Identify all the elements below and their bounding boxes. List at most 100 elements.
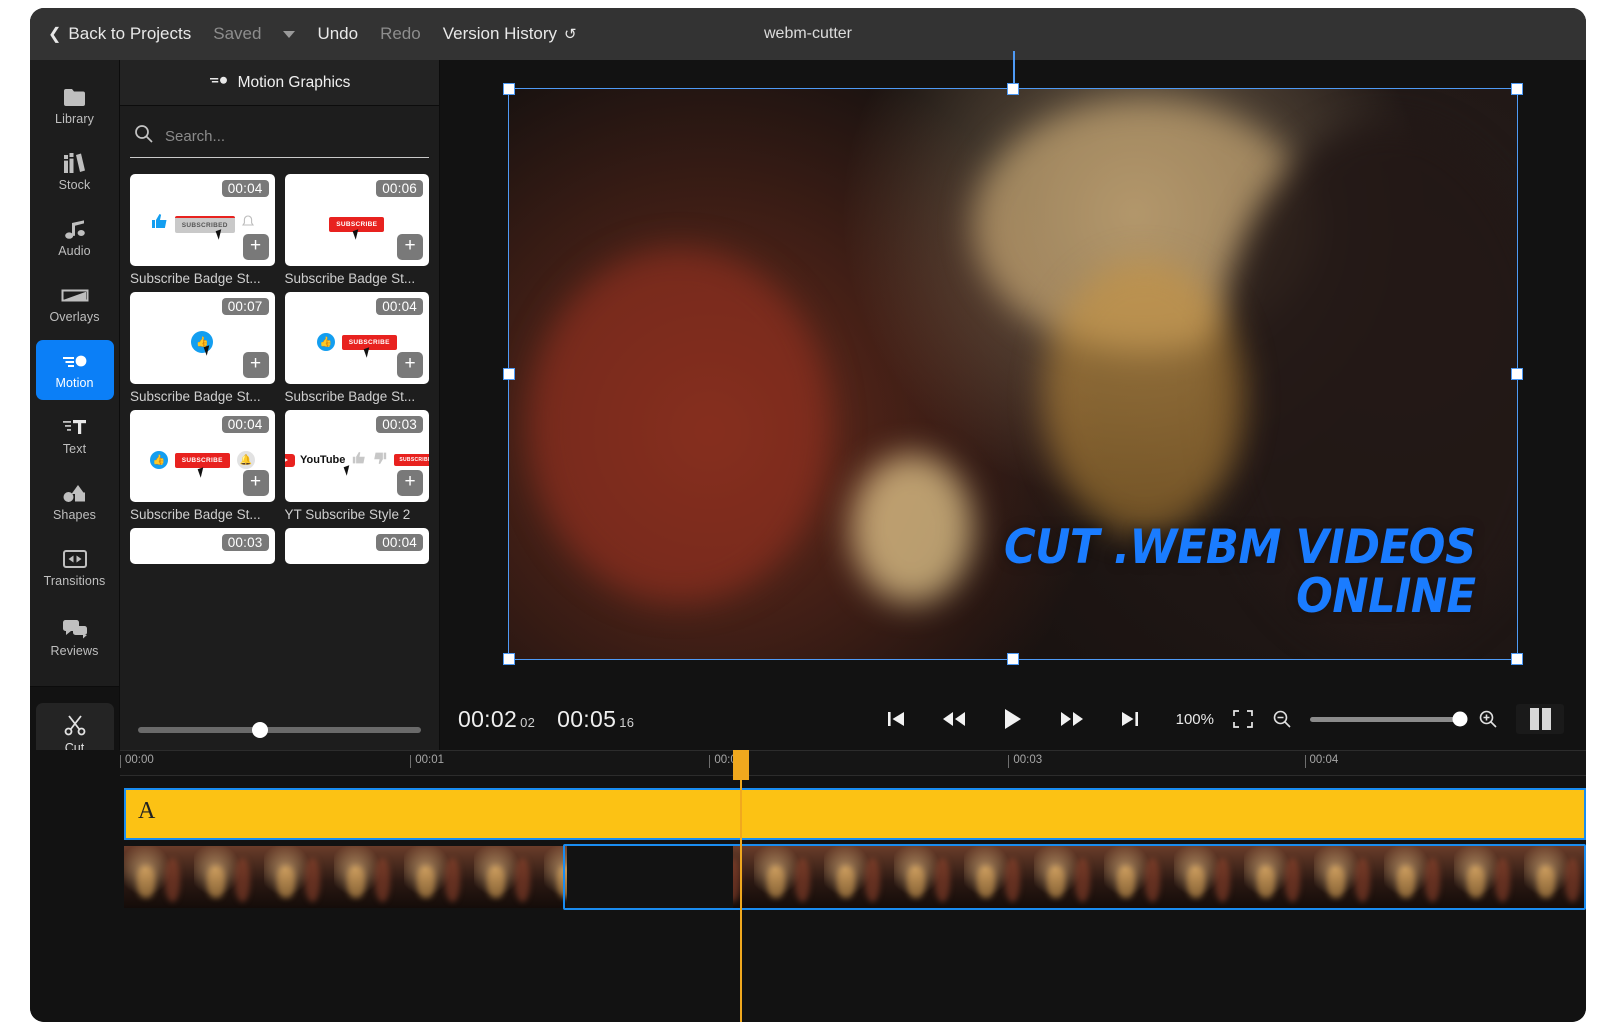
scissors-icon [64, 714, 86, 736]
asset-thumbnail[interactable]: 👍 SUBSCRIBE 🔔 00:04 + [130, 410, 275, 502]
caret-down-icon[interactable] [283, 31, 295, 38]
slider-track[interactable] [138, 727, 421, 733]
asset-item[interactable]: SUBSCRIBE 00:06 + Subscribe Badge St... [285, 174, 430, 286]
selection-frame [508, 88, 1518, 660]
film-frame [824, 846, 894, 908]
asset-name: Subscribe Badge St... [130, 507, 275, 522]
asset-item[interactable]: 👍 SUBSCRIBE 🔔 00:04 + Subscribe Badge St… [130, 410, 275, 522]
version-history-button[interactable]: Version History ↺ [443, 24, 577, 44]
history-icon: ↺ [564, 25, 577, 43]
add-asset-button[interactable]: + [397, 470, 423, 496]
search-input[interactable] [165, 128, 427, 145]
total-timecode: 00:0516 [557, 706, 634, 733]
add-asset-button[interactable]: + [243, 470, 269, 496]
playhead-handle[interactable] [733, 750, 749, 780]
timeline-ruler[interactable]: 00:00 00:01 00:02 00:03 00:04 [120, 750, 1586, 776]
preview-zoom-slider[interactable] [1310, 717, 1460, 722]
back-to-projects-button[interactable]: ❮ Back to Projects [48, 24, 191, 44]
asset-thumbnail[interactable]: SUBSCRIBE 00:06 + [285, 174, 430, 266]
current-frames-value: 02 [520, 715, 535, 730]
video-canvas[interactable]: CUT .WEBM VIDEOS ONLINE [508, 88, 1518, 660]
sidebar-item-stock[interactable]: Stock [36, 142, 114, 202]
resize-handle-ml[interactable] [503, 368, 515, 380]
undo-label: Undo [317, 24, 358, 44]
sidebar-item-overlays[interactable]: Overlays [36, 274, 114, 334]
skip-to-start-button[interactable] [886, 709, 906, 729]
player-right-controls: 100% [1176, 704, 1564, 734]
preview-stage: CUT .WEBM VIDEOS ONLINE [440, 60, 1586, 688]
resize-handle-bl[interactable] [503, 653, 515, 665]
sidebar-item-text[interactable]: Text [36, 406, 114, 466]
skip-to-end-button[interactable] [1120, 709, 1140, 729]
resize-handle-tc[interactable] [1007, 83, 1019, 95]
asset-name: Subscribe Badge St... [130, 389, 275, 404]
sidebar-item-shapes[interactable]: Shapes [36, 472, 114, 532]
add-asset-button[interactable]: + [243, 234, 269, 260]
sidebar-item-label: Shapes [53, 508, 96, 522]
youtube-logo-icon: YouTube [285, 454, 346, 467]
play-button[interactable] [1002, 707, 1024, 731]
asset-thumbnail[interactable]: SUBSCRIBED 00:04 + [130, 174, 275, 266]
asset-thumbnail[interactable]: 👍 SUBSCRIBE 00:04 + [285, 292, 430, 384]
asset-thumbnail[interactable]: 👍 00:07 + [130, 292, 275, 384]
rewind-button[interactable] [942, 710, 966, 728]
slider-knob[interactable] [1453, 712, 1468, 727]
preview-area: CUT .WEBM VIDEOS ONLINE [440, 60, 1586, 750]
add-asset-button[interactable]: + [397, 352, 423, 378]
film-frame [1174, 846, 1244, 908]
add-asset-button[interactable]: + [243, 352, 269, 378]
zoom-level-label: 100% [1176, 711, 1214, 728]
asset-item[interactable]: 00:03 [130, 528, 275, 564]
zoom-out-icon[interactable] [1272, 709, 1292, 729]
shapes-icon [62, 482, 88, 504]
total-frames-value: 16 [619, 715, 634, 730]
resize-handle-tl[interactable] [503, 83, 515, 95]
add-asset-button[interactable]: + [397, 234, 423, 260]
redo-button[interactable]: Redo [380, 24, 421, 44]
undo-button[interactable]: Undo [317, 24, 358, 44]
asset-duration: 00:04 [222, 180, 269, 197]
sidebar-item-label: Overlays [49, 310, 99, 324]
asset-thumbnail[interactable]: 00:04 [285, 528, 430, 564]
asset-item[interactable]: 👍 00:07 + Subscribe Badge St... [130, 292, 275, 404]
assets-zoom-slider[interactable] [120, 710, 439, 750]
film-frame [404, 846, 474, 908]
resize-handle-br[interactable] [1511, 653, 1523, 665]
resize-handle-mr[interactable] [1511, 368, 1523, 380]
asset-item[interactable]: 👍 SUBSCRIBE 00:04 + Subscribe Badge St..… [285, 292, 430, 404]
split-view-icon[interactable] [1516, 704, 1564, 734]
sidebar-item-motion[interactable]: Motion [36, 340, 114, 400]
timeline-playhead[interactable] [740, 750, 742, 1022]
zoom-in-icon[interactable] [1478, 709, 1498, 729]
asset-duration: 00:03 [222, 534, 269, 551]
slider-knob[interactable] [252, 722, 268, 738]
asset-item[interactable]: YouTube SUBSCRIBE 00:03 + [285, 410, 430, 522]
fullscreen-icon[interactable] [1232, 709, 1254, 729]
asset-thumbnail[interactable]: YouTube SUBSCRIBE 00:03 + [285, 410, 430, 502]
motion-icon [62, 350, 88, 372]
thumbs-up-icon [352, 451, 366, 470]
asset-name: Subscribe Badge St... [285, 271, 430, 286]
current-time-value: 00:02 [458, 706, 517, 732]
film-frame [1314, 846, 1384, 908]
sidebar-item-reviews[interactable]: Reviews [36, 608, 114, 668]
timeline-tracks[interactable]: 00:00 00:01 00:02 00:03 00:04 A [120, 750, 1586, 1022]
timeline-audio-clip[interactable]: A [124, 788, 1586, 840]
asset-thumbnail[interactable]: 00:03 [130, 528, 275, 564]
asset-item[interactable]: 00:04 [285, 528, 430, 564]
current-timecode: 00:0202 [458, 706, 535, 733]
resize-handle-bc[interactable] [1007, 653, 1019, 665]
books-icon [63, 152, 87, 174]
sidebar-item-library[interactable]: Library [36, 76, 114, 136]
film-frame [1244, 846, 1314, 908]
timeline-video-track[interactable] [124, 846, 1586, 908]
bell-icon [242, 215, 254, 233]
asset-item[interactable]: SUBSCRIBED 00:04 + Subscribe Badge St... [130, 174, 275, 286]
search-box[interactable] [130, 120, 429, 158]
sidebar-item-transitions[interactable]: Transitions [36, 538, 114, 598]
sidebar-item-audio[interactable]: Audio [36, 208, 114, 268]
fast-forward-button[interactable] [1060, 710, 1084, 728]
resize-handle-tr[interactable] [1511, 83, 1523, 95]
cursor-icon [198, 467, 207, 478]
film-frame [1454, 846, 1524, 908]
